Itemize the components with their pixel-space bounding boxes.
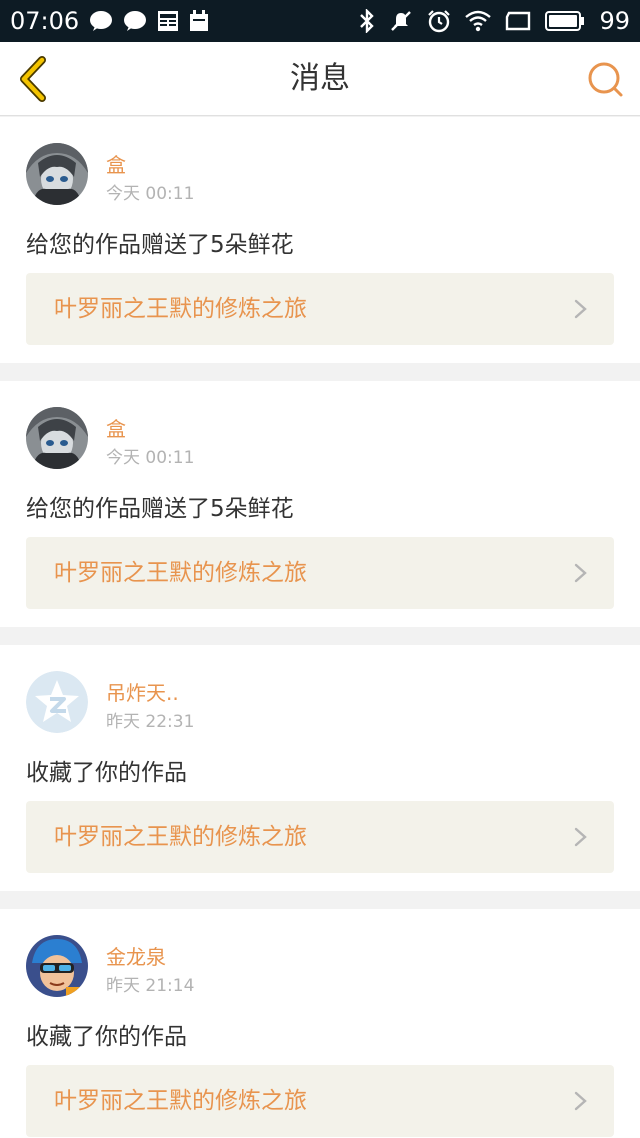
sender-name[interactable]: 吊炸天.. [106,677,179,706]
status-time: 07:06 [10,7,80,35]
battery-level: 99 [599,7,630,35]
message-action: 收藏了你的作品 [26,760,187,786]
work-link[interactable]: 叶罗丽之王默的修炼之旅 [26,1065,614,1137]
chevron-right-icon [574,827,587,847]
mute-icon [389,9,413,33]
message-card: 吊炸天.. 昨天 22:31 收藏了你的作品 叶罗丽之王默的修炼之旅 [0,645,640,891]
work-link[interactable]: 叶罗丽之王默的修炼之旅 [26,273,614,345]
page-title: 消息 [290,61,350,96]
chevron-right-icon [574,299,587,319]
avatar[interactable] [26,935,88,997]
message-action: 给您的作品赠送了5朵鲜花 [26,496,294,522]
message-card: 盒 今天 00:11 给您的作品赠送了5朵鲜花 叶罗丽之王默的修炼之旅 [0,381,640,627]
avatar[interactable] [26,407,88,469]
message-card: 金龙泉 昨天 21:14 收藏了你的作品 叶罗丽之王默的修炼之旅 [0,909,640,1138]
sender-name[interactable]: 金龙泉 [106,941,166,970]
screen-icon [505,11,531,31]
message-time: 昨天 22:31 [106,712,195,732]
wifi-icon [465,10,492,32]
status-right: 99 [359,7,630,35]
avatar[interactable] [26,143,88,205]
status-bar: 07:06 99 [0,0,640,42]
work-title: 叶罗丽之王默的修炼之旅 [54,1088,307,1114]
message-icon [89,10,113,32]
work-link[interactable]: 叶罗丽之王默的修炼之旅 [26,801,614,873]
chevron-right-icon [574,1091,587,1111]
sender-name[interactable]: 盒 [106,413,126,442]
work-title: 叶罗丽之王默的修炼之旅 [54,824,307,850]
default-star-avatar [26,671,88,733]
message-list: 盒 今天 00:11 给您的作品赠送了5朵鲜花 叶罗丽之王默的修炼之旅 盒 今天… [0,117,640,1138]
message-time: 今天 00:11 [106,184,195,204]
message-card: 盒 今天 00:11 给您的作品赠送了5朵鲜花 叶罗丽之王默的修炼之旅 [0,117,640,363]
news-icon [157,10,179,32]
calendar-icon [189,10,209,32]
battery-icon [545,10,585,32]
alarm-icon [427,9,451,33]
message-time: 昨天 21:14 [106,976,195,996]
bluetooth-icon [359,9,375,33]
work-link[interactable]: 叶罗丽之王默的修炼之旅 [26,537,614,609]
anime-girl-avatar [26,407,88,469]
cartoon-boy-avatar [26,935,88,997]
message-action: 收藏了你的作品 [26,1024,187,1050]
anime-girl-avatar [26,143,88,205]
status-left: 07:06 [10,7,209,35]
sender-name[interactable]: 盒 [106,149,126,178]
nav-bar: 消息 [0,42,640,116]
message-action: 给您的作品赠送了5朵鲜花 [26,232,294,258]
avatar[interactable] [26,671,88,733]
work-title: 叶罗丽之王默的修炼之旅 [54,560,307,586]
message-time: 今天 00:11 [106,448,195,468]
message-icon [123,10,147,32]
search-icon[interactable] [586,60,624,98]
chevron-right-icon [574,563,587,583]
work-title: 叶罗丽之王默的修炼之旅 [54,296,307,322]
